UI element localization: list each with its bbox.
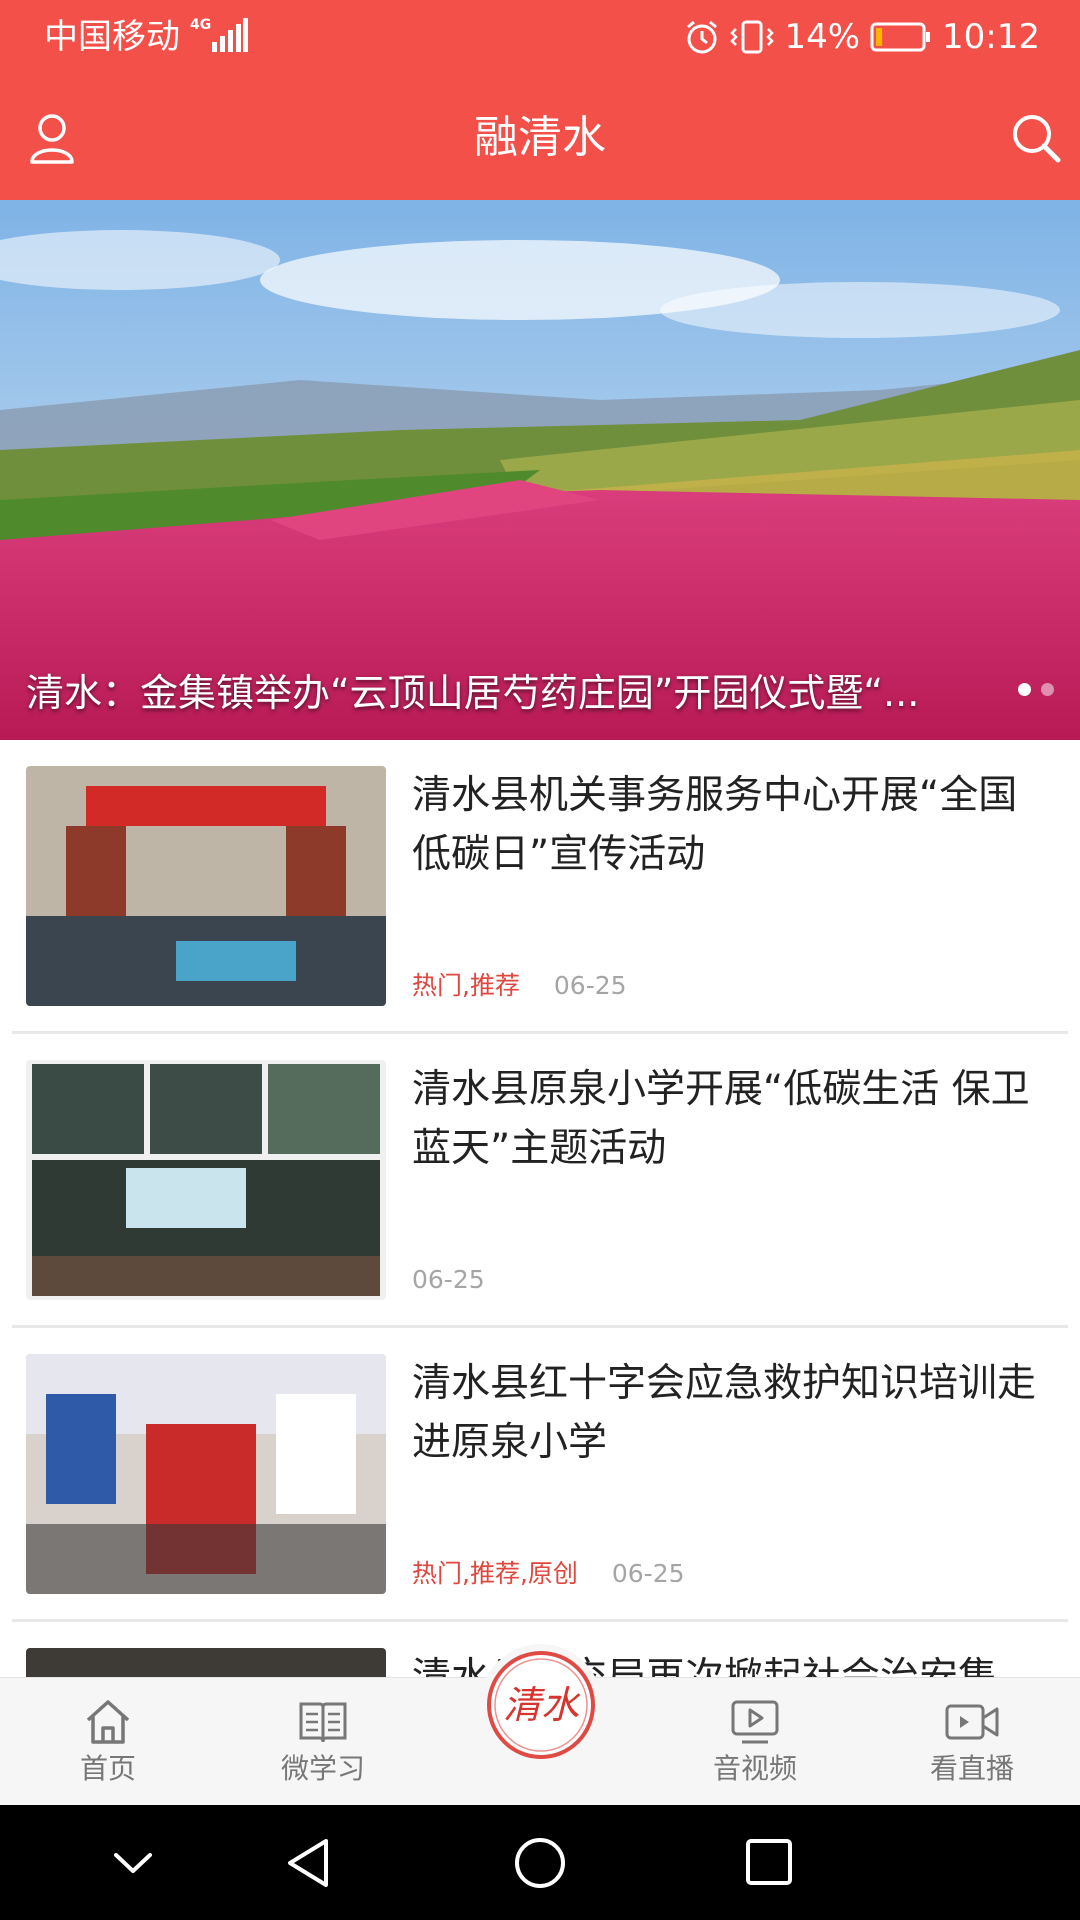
nav-media[interactable]: 音视频	[680, 1698, 830, 1788]
book-icon	[299, 1702, 347, 1743]
back-icon[interactable]	[282, 1835, 332, 1891]
nav-label: 首页	[79, 1752, 136, 1785]
signal-icon	[212, 18, 248, 52]
news-title: 清水县红十字会应急救护知识培训走进原泉小学	[412, 1361, 1037, 1465]
search-icon[interactable]	[1006, 108, 1066, 168]
battery-icon	[870, 22, 931, 52]
carousel-indicator	[1018, 683, 1054, 696]
video-camera-icon	[945, 1704, 999, 1740]
banner-carousel[interactable]: 清水：金集镇举办“云顶山居芍药庄园”开园仪式暨“...	[0, 200, 1080, 740]
svg-text:清水: 清水	[503, 1683, 581, 1727]
clock: 10:12	[942, 17, 1040, 57]
news-date: 06-25	[611, 1559, 685, 1588]
home-button-icon[interactable]	[512, 1835, 568, 1891]
news-tags: 热门,推荐	[412, 971, 520, 1000]
vibrate-icon	[730, 20, 775, 54]
news-meta: 热门,推荐,原创 06-25	[412, 1556, 685, 1592]
alarm-icon	[687, 20, 718, 54]
carousel-dot-active	[1018, 683, 1031, 696]
nav-label: 看直播	[929, 1752, 1014, 1785]
qingshui-logo: 清水	[487, 1651, 595, 1759]
banner-image	[0, 200, 1080, 740]
app-title: 融清水	[474, 112, 606, 163]
center-logo-button[interactable]: 清水	[480, 1644, 602, 1766]
network-type: 4G	[190, 17, 212, 33]
news-date: 06-25	[412, 1265, 485, 1294]
news-item[interactable]: 清水县红十字会应急救护知识培训走进原泉小学 热门,推荐,原创 06-25	[0, 1328, 1080, 1622]
recents-icon[interactable]	[744, 1837, 794, 1887]
carrier-label: 中国移动	[44, 17, 180, 57]
nav-home[interactable]: 首页	[33, 1698, 183, 1788]
news-tags: 热门,推荐,原创	[412, 1559, 578, 1588]
nav-study[interactable]: 微学习	[248, 1698, 398, 1788]
top-bar: 中国移动 4G 14% 10:12 融清水	[0, 0, 1080, 200]
news-thumbnail	[26, 1354, 386, 1594]
system-nav-bar	[0, 1805, 1080, 1920]
nav-label: 微学习	[280, 1752, 365, 1785]
news-title: 清水县原泉小学开展“低碳生活 保卫蓝天”主题活动	[412, 1067, 1030, 1171]
app-header: 融清水	[0, 75, 1080, 200]
news-thumbnail	[26, 1060, 386, 1300]
home-icon	[86, 1700, 130, 1744]
carousel-dot	[1041, 683, 1054, 696]
news-item[interactable]: 清水县机关事务服务中心开展“全国低碳日”宣传活动 热门,推荐 06-25	[0, 740, 1080, 1034]
status-bar: 中国移动 4G 14% 10:12	[0, 0, 1080, 75]
banner-caption: 清水：金集镇举办“云顶山居芍药庄园”开园仪式暨“...	[26, 671, 920, 715]
news-item[interactable]: 清水县原泉小学开展“低碳生活 保卫蓝天”主题活动 06-25	[0, 1034, 1080, 1328]
battery-percent: 14%	[784, 17, 861, 57]
news-meta: 06-25	[412, 1262, 485, 1298]
news-title: 清水县机关事务服务中心开展“全国低碳日”宣传活动	[412, 773, 1018, 877]
nav-label: 音视频	[712, 1752, 797, 1785]
bottom-nav: 首页 微学习 清水 音视频 看直播	[0, 1644, 1080, 1806]
chevron-down-icon[interactable]	[110, 1843, 156, 1883]
news-date: 06-25	[553, 971, 627, 1000]
play-icon	[731, 1700, 779, 1744]
news-meta: 热门,推荐 06-25	[412, 968, 627, 1004]
nav-live[interactable]: 看直播	[897, 1698, 1047, 1788]
news-thumbnail	[26, 766, 386, 1006]
